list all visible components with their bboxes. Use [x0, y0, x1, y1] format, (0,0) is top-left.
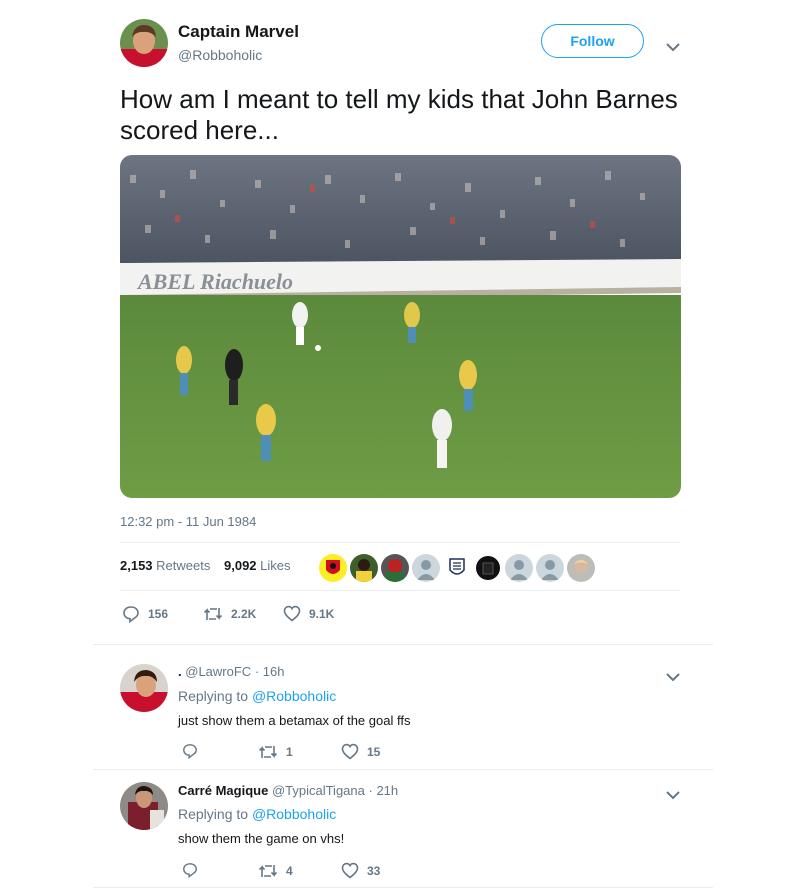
- heart-icon: [341, 743, 359, 760]
- like-count: 33: [367, 863, 381, 878]
- like-action[interactable]: 9.1K: [283, 605, 334, 622]
- liker-avatar-black-shirt[interactable]: [473, 553, 503, 583]
- like-action[interactable]: 33: [341, 862, 380, 879]
- retweet-count: 4: [286, 864, 293, 878]
- reply-text: show them the game on vhs!: [178, 831, 345, 846]
- reply-author-name[interactable]: Carré Magique: [178, 783, 268, 798]
- retweets-label[interactable]: Retweets: [156, 558, 210, 573]
- tweet-timestamp[interactable]: 12:32 pm - 11 Jun 1984: [120, 514, 256, 529]
- liker-avatar-england-crest[interactable]: [442, 553, 472, 583]
- reply-menu-chevron-icon[interactable]: [666, 669, 680, 687]
- reply-action[interactable]: [182, 862, 198, 878]
- reply-header: Carré Magique @TypicalTigana · 21h: [178, 783, 398, 798]
- stats-row: 2,153 Retweets 9,092 Likes: [120, 558, 301, 573]
- liker-avatar-watford-crest[interactable]: [318, 553, 348, 583]
- retweet-action[interactable]: 2.2K: [203, 605, 256, 623]
- liker-avatar-photo[interactable]: [566, 553, 596, 583]
- reply-action[interactable]: [182, 743, 198, 759]
- divider: [120, 542, 680, 543]
- retweet-action[interactable]: 4: [258, 862, 293, 880]
- reply-time[interactable]: · 21h: [369, 783, 399, 798]
- liker-avatar-default[interactable]: [504, 553, 534, 583]
- retweet-icon: [203, 608, 223, 620]
- ad-board-text: ABEL Riachuelo: [136, 269, 293, 294]
- liker-avatar-photo[interactable]: [380, 553, 410, 583]
- reply-menu-chevron-icon[interactable]: [666, 787, 680, 805]
- reply-time[interactable]: · 16h: [255, 664, 285, 679]
- replying-prefix: Replying to: [178, 806, 249, 822]
- tweet-text: How am I meant to tell my kids that John…: [120, 84, 678, 145]
- follow-button[interactable]: Follow: [541, 24, 644, 58]
- liker-avatar-photo[interactable]: [349, 553, 379, 583]
- reply-author-name[interactable]: .: [178, 664, 182, 679]
- author-handle[interactable]: @Robboholic: [178, 47, 262, 63]
- divider: [93, 644, 713, 645]
- divider: [120, 590, 680, 591]
- heart-icon: [341, 862, 359, 879]
- divider: [93, 887, 713, 888]
- reply-header: . @LawroFC · 16h: [178, 664, 284, 679]
- heart-icon: [283, 605, 301, 622]
- reply-text: just show them a betamax of the goal ffs: [178, 713, 411, 728]
- replying-to: Replying to @Robboholic: [178, 806, 336, 822]
- likes-label[interactable]: Likes: [260, 558, 290, 573]
- retweet-action[interactable]: 1: [258, 743, 293, 761]
- like-count: 9.1K: [309, 606, 335, 621]
- reply-icon: [183, 744, 197, 759]
- reply-count: 156: [148, 607, 169, 621]
- likes-count[interactable]: 9,092: [224, 558, 257, 573]
- retweet-icon: [258, 865, 278, 877]
- retweet-count: 2.2K: [231, 607, 257, 621]
- liker-avatars: [318, 553, 596, 583]
- replying-to-link[interactable]: @Robboholic: [252, 806, 336, 822]
- reply-avatar[interactable]: [120, 664, 168, 712]
- reply-avatar[interactable]: [120, 782, 168, 830]
- retweet-count: 1: [286, 745, 293, 759]
- like-action[interactable]: 15: [341, 743, 380, 760]
- reply-action[interactable]: 156: [122, 605, 168, 623]
- author-name[interactable]: Captain Marvel: [178, 22, 299, 42]
- retweets-count[interactable]: 2,153: [120, 558, 153, 573]
- reply-author-handle[interactable]: @TypicalTigana: [272, 783, 365, 798]
- liker-avatar-default[interactable]: [535, 553, 565, 583]
- reply-icon: [183, 863, 197, 878]
- tweet-menu-chevron-icon[interactable]: [666, 39, 680, 57]
- replying-prefix: Replying to: [178, 688, 249, 704]
- retweet-icon: [258, 746, 278, 758]
- tweet-video[interactable]: ABEL Riachuelo: [120, 155, 681, 498]
- reply-icon: [123, 606, 139, 623]
- divider: [93, 769, 713, 770]
- liker-avatar-default[interactable]: [411, 553, 441, 583]
- like-count: 15: [367, 744, 381, 759]
- reply-author-handle[interactable]: @LawroFC: [185, 664, 251, 679]
- replying-to-link[interactable]: @Robboholic: [252, 688, 336, 704]
- replying-to: Replying to @Robboholic: [178, 688, 336, 704]
- author-avatar[interactable]: [120, 19, 168, 67]
